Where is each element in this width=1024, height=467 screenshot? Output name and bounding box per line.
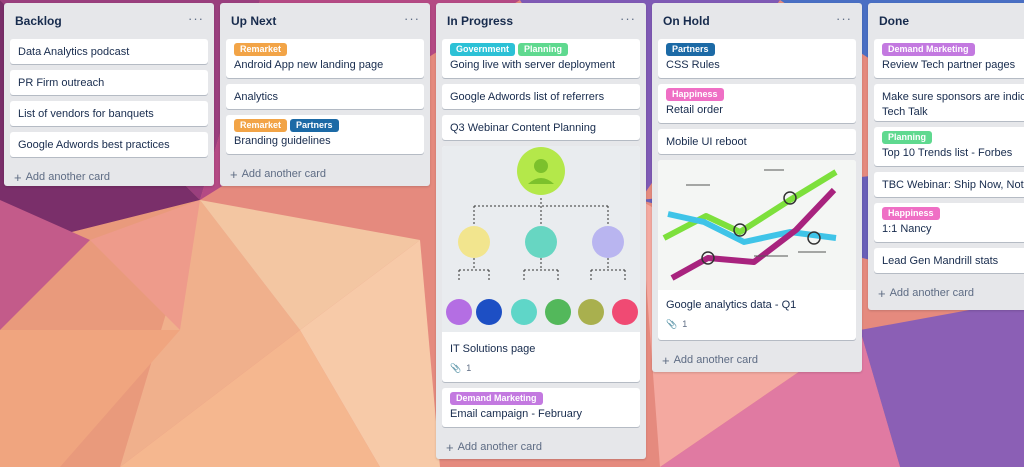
card[interactable]: Remarket Partners Branding guidelines (226, 115, 424, 154)
card[interactable]: Demand Marketing Review Tech partner pag… (874, 39, 1024, 78)
card-title: PR Firm outreach (18, 77, 105, 89)
add-card-button[interactable]: + Add another card (10, 163, 208, 188)
card[interactable]: TBC Webinar: Ship Now, Not l (874, 172, 1024, 197)
card[interactable]: Planning Top 10 Trends list - Forbes (874, 127, 1024, 166)
card-with-cover[interactable]: Google analytics data - Q1 📎 1 (658, 160, 856, 340)
attachment-badge: 📎 1 (450, 361, 632, 376)
label-demand-marketing: Demand Marketing (882, 43, 975, 56)
card-title: Going live with server deployment (450, 59, 616, 71)
add-card-label: Add another card (457, 441, 542, 453)
ellipsis-icon[interactable]: ··· (620, 11, 636, 26)
card-title: Analytics (234, 91, 279, 103)
add-card-label: Add another card (241, 168, 326, 180)
card-title: Mobile UI reboot (666, 136, 747, 148)
list-title[interactable]: Done (879, 14, 909, 28)
add-card-button[interactable]: + Add another card (874, 279, 1024, 304)
label-planning: Planning (882, 131, 932, 144)
card[interactable]: Lead Gen Mandrill stats (874, 248, 1024, 273)
line-chart-cover-image (658, 160, 856, 290)
card-title: CSS Rules (666, 59, 720, 71)
ellipsis-icon[interactable]: ··· (188, 11, 204, 26)
plus-icon: + (446, 439, 454, 455)
list-on-hold: On Hold ··· Partners CSS Rules Happiness… (652, 3, 862, 372)
attachment-count: 1 (466, 363, 472, 373)
card-title: Top 10 Trends list - Forbes (882, 147, 1013, 159)
card-title: Android App new landing page (234, 59, 384, 71)
card[interactable]: Google Adwords best practices (10, 132, 208, 157)
card[interactable]: Demand Marketing Email campaign - Februa… (442, 388, 640, 427)
add-card-button[interactable]: + Add another card (442, 433, 640, 458)
card-title: Google Adwords list of referrers (450, 91, 605, 103)
list-header: Up Next ··· (226, 3, 424, 39)
label-partners: Partners (290, 119, 339, 132)
attachment-badge: 📎 1 (666, 317, 848, 332)
attachment-count: 1 (682, 319, 688, 329)
list-header: In Progress ··· (442, 3, 640, 39)
list-in-progress: In Progress ··· Government Planning Goin… (436, 3, 646, 459)
add-card-button[interactable]: + Add another card (658, 346, 856, 371)
card-title: Data Analytics podcast (18, 46, 130, 58)
card[interactable]: Data Analytics podcast (10, 39, 208, 64)
card-title: Email campaign - February (450, 408, 583, 420)
card[interactable]: Partners CSS Rules (658, 39, 856, 78)
label-happiness: Happiness (666, 88, 724, 101)
card[interactable]: PR Firm outreach (10, 70, 208, 95)
paperclip-icon: 📎 (450, 363, 462, 373)
list-title[interactable]: On Hold (663, 14, 710, 28)
card[interactable]: Analytics (226, 84, 424, 109)
plus-icon: + (14, 169, 22, 185)
card[interactable]: Happiness Retail order (658, 84, 856, 123)
card-title: 1:1 Nancy (882, 223, 932, 235)
list-done: Done ··· Demand Marketing Review Tech pa… (868, 3, 1024, 310)
plus-icon: + (878, 285, 886, 301)
list-title[interactable]: In Progress (447, 14, 513, 28)
plus-icon: + (230, 166, 238, 182)
card[interactable]: Make sure sponsors are indica Tech Talk (874, 84, 1024, 121)
label-remarket: Remarket (234, 119, 288, 132)
add-card-label: Add another card (25, 171, 110, 183)
ellipsis-icon[interactable]: ··· (404, 11, 420, 26)
list-header: Backlog ··· (10, 3, 208, 39)
label-planning: Planning (518, 43, 569, 56)
label-happiness: Happiness (882, 207, 940, 220)
paperclip-icon: 📎 (666, 319, 678, 329)
card-title-line2: Tech Talk (882, 106, 928, 118)
card[interactable]: Government Planning Going live with serv… (442, 39, 640, 78)
card-with-cover[interactable]: IT Solutions page 📎 1 (442, 146, 640, 382)
label-remarket: Remarket (234, 43, 288, 56)
org-chart-cover-image (442, 146, 640, 332)
add-card-label: Add another card (673, 354, 758, 366)
add-card-button[interactable]: + Add another card (226, 160, 424, 185)
card[interactable]: List of vendors for banquets (10, 101, 208, 126)
ellipsis-icon[interactable]: ··· (836, 11, 852, 26)
card-title: Branding guidelines (234, 135, 331, 147)
card[interactable]: Google Adwords list of referrers (442, 84, 640, 109)
add-card-label: Add another card (889, 287, 974, 299)
list-title[interactable]: Up Next (231, 14, 276, 28)
label-government: Government (450, 43, 516, 56)
card-title: IT Solutions page (450, 343, 536, 355)
card-title: List of vendors for banquets (18, 108, 154, 120)
card-title: TBC Webinar: Ship Now, Not l (882, 179, 1024, 191)
card-title: Google analytics data - Q1 (666, 299, 797, 311)
label-partners: Partners (666, 43, 715, 56)
card[interactable]: Happiness 1:1 Nancy (874, 203, 1024, 242)
card[interactable]: Mobile UI reboot (658, 129, 856, 154)
plus-icon: + (662, 352, 670, 368)
card-title: Make sure sponsors are indica (882, 91, 1024, 103)
list-header: On Hold ··· (658, 3, 856, 39)
list-title[interactable]: Backlog (15, 14, 62, 28)
card-title: Retail order (666, 104, 723, 116)
card-title: Google Adwords best practices (18, 139, 170, 151)
card-title: Review Tech partner pages (882, 59, 1016, 71)
board: Backlog ··· Data Analytics podcast PR Fi… (0, 0, 1024, 467)
list-header: Done ··· (874, 3, 1024, 39)
card-title: Lead Gen Mandrill stats (882, 255, 999, 267)
label-demand-marketing: Demand Marketing (450, 392, 543, 405)
card[interactable]: Remarket Android App new landing page (226, 39, 424, 78)
card[interactable]: Q3 Webinar Content Planning (442, 115, 640, 140)
card-title: Q3 Webinar Content Planning (450, 122, 596, 134)
list-backlog: Backlog ··· Data Analytics podcast PR Fi… (4, 3, 214, 186)
list-up-next: Up Next ··· Remarket Android App new lan… (220, 3, 430, 186)
